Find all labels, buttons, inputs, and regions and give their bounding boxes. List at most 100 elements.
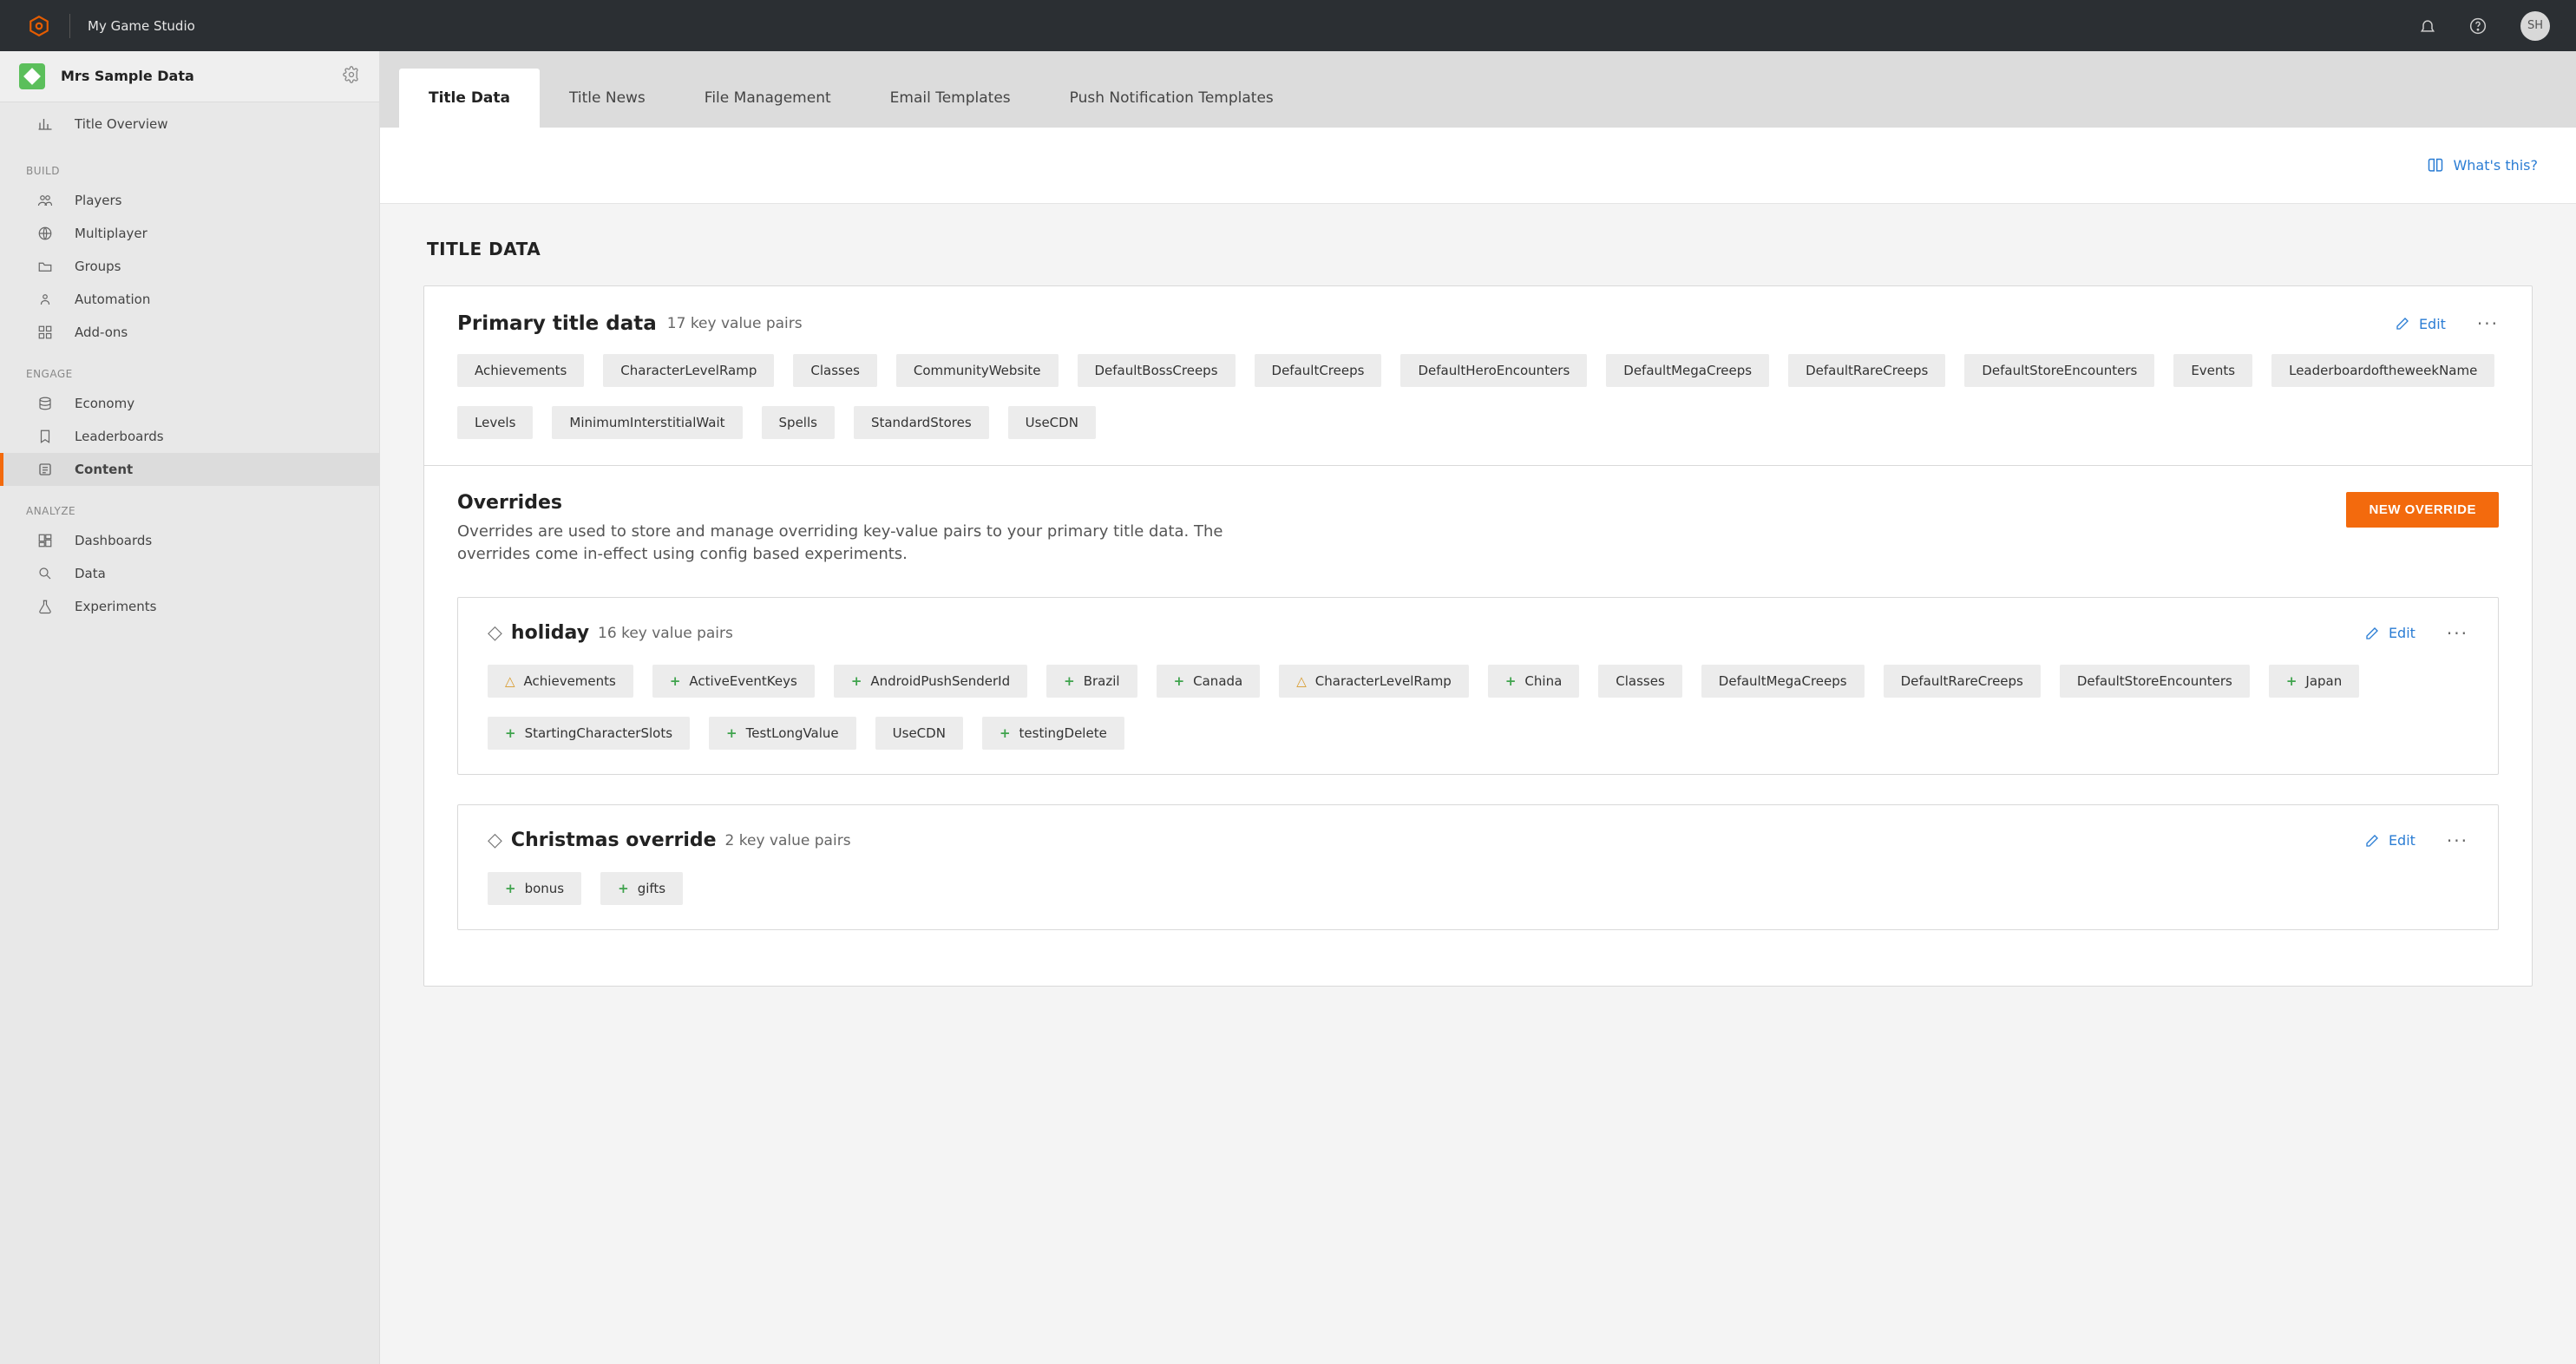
tab-title-data[interactable]: Title Data <box>399 69 540 128</box>
flask-icon <box>35 599 56 614</box>
chip-japan[interactable]: +Japan <box>2269 665 2359 698</box>
sidebar-item-leaderboards[interactable]: Leaderboards <box>0 420 379 453</box>
chip-label: UseCDN <box>893 725 946 741</box>
plus-icon: + <box>505 881 516 896</box>
chip-minimuminterstitialwait[interactable]: MinimumInterstitialWait <box>552 406 742 439</box>
sidebar-group-analyze: ANALYZE <box>0 486 379 524</box>
override-more-icon[interactable]: ··· <box>2447 623 2468 644</box>
diamond-icon: ◇ <box>488 622 502 644</box>
plus-icon: + <box>1174 673 1185 689</box>
chip-testingdelete[interactable]: +testingDelete <box>982 717 1124 750</box>
sidebar-item-data[interactable]: Data <box>0 557 379 590</box>
override-chip-list: △Achievements+ActiveEventKeys+AndroidPus… <box>488 665 2468 750</box>
chip-usecdn[interactable]: UseCDN <box>1008 406 1096 439</box>
chip-standardstores[interactable]: StandardStores <box>854 406 989 439</box>
sidebar-item-automation[interactable]: Automation <box>0 283 379 316</box>
sidebar-item-addons[interactable]: Add-ons <box>0 316 379 349</box>
sidebar-item-title-overview[interactable]: Title Overview <box>0 102 379 146</box>
bell-icon[interactable] <box>2413 11 2442 41</box>
chip-leaderboardoftheweekname[interactable]: LeaderboardoftheweekName <box>2271 354 2494 387</box>
sidebar-item-groups[interactable]: Groups <box>0 250 379 283</box>
topbar-divider <box>69 14 70 38</box>
chip-label: DefaultRareCreeps <box>1901 673 2023 689</box>
sidebar-item-content[interactable]: Content <box>0 453 379 486</box>
override-edit-button[interactable]: Edit <box>2364 832 2415 849</box>
chip-testlongvalue[interactable]: +TestLongValue <box>709 717 856 750</box>
override-card-christmas-override: ◇Christmas override2 key value pairsEdit… <box>457 804 2499 930</box>
chip-label: MinimumInterstitialWait <box>569 415 724 430</box>
sidebar: Mrs Sample Data Title Overview BUILD Pla… <box>0 51 380 1364</box>
sidebar-item-experiments[interactable]: Experiments <box>0 590 379 623</box>
gear-icon[interactable] <box>343 66 360 87</box>
primary-more-icon[interactable]: ··· <box>2477 313 2499 334</box>
chip-achievements[interactable]: △Achievements <box>488 665 633 698</box>
search-icon <box>35 566 56 581</box>
avatar[interactable]: SH <box>2520 11 2550 41</box>
chip-usecdn[interactable]: UseCDN <box>875 717 963 750</box>
whats-this-link[interactable]: What's this? <box>2427 157 2538 174</box>
override-edit-button[interactable]: Edit <box>2364 625 2415 641</box>
sidebar-item-economy[interactable]: Economy <box>0 387 379 420</box>
tab-title-news[interactable]: Title News <box>540 69 675 128</box>
title-header[interactable]: Mrs Sample Data <box>0 51 379 102</box>
studio-name[interactable]: My Game Studio <box>88 18 195 34</box>
primary-edit-button[interactable]: Edit <box>2395 316 2446 332</box>
chip-defaultrarecreeps[interactable]: DefaultRareCreeps <box>1788 354 1945 387</box>
chip-gifts[interactable]: +gifts <box>600 872 683 905</box>
chip-label: CharacterLevelRamp <box>620 363 757 378</box>
new-override-button[interactable]: NEW OVERRIDE <box>2346 492 2499 528</box>
chip-classes[interactable]: Classes <box>793 354 877 387</box>
chip-defaultstoreencounters[interactable]: DefaultStoreEncounters <box>2060 665 2250 698</box>
sidebar-item-multiplayer[interactable]: Multiplayer <box>0 217 379 250</box>
book-icon <box>2427 157 2444 174</box>
override-more-icon[interactable]: ··· <box>2447 830 2468 851</box>
chip-startingcharacterslots[interactable]: +StartingCharacterSlots <box>488 717 690 750</box>
chip-brazil[interactable]: +Brazil <box>1046 665 1137 698</box>
tab-email-templates[interactable]: Email Templates <box>861 69 1040 128</box>
chip-events[interactable]: Events <box>2173 354 2252 387</box>
chip-defaultheroencounters[interactable]: DefaultHeroEncounters <box>1400 354 1587 387</box>
automation-icon <box>35 292 56 307</box>
chip-label: DefaultMegaCreeps <box>1623 363 1752 378</box>
chip-label: StartingCharacterSlots <box>525 725 672 741</box>
sidebar-item-label: Title Overview <box>75 116 168 132</box>
sidebar-item-players[interactable]: Players <box>0 184 379 217</box>
chip-china[interactable]: +China <box>1488 665 1579 698</box>
tab-push-notification-templates[interactable]: Push Notification Templates <box>1040 69 1303 128</box>
main: Title Data Title News File Management Em… <box>380 51 2576 1364</box>
chip-defaultmegacreeps[interactable]: DefaultMegaCreeps <box>1606 354 1769 387</box>
pencil-icon <box>2395 316 2410 331</box>
title-data-panel: Primary title data 17 key value pairs Ed… <box>423 285 2533 987</box>
chip-defaultbosscreeps[interactable]: DefaultBossCreeps <box>1078 354 1236 387</box>
chip-spells[interactable]: Spells <box>762 406 835 439</box>
chip-label: DefaultHeroEncounters <box>1418 363 1570 378</box>
chip-defaultrarecreeps[interactable]: DefaultRareCreeps <box>1884 665 2041 698</box>
chip-levels[interactable]: Levels <box>457 406 533 439</box>
chip-defaultstoreencounters[interactable]: DefaultStoreEncounters <box>1964 354 2154 387</box>
chip-achievements[interactable]: Achievements <box>457 354 584 387</box>
diamond-icon: ◇ <box>488 830 502 851</box>
chip-characterlevelramp[interactable]: CharacterLevelRamp <box>603 354 774 387</box>
chip-canada[interactable]: +Canada <box>1157 665 1261 698</box>
plus-icon: + <box>726 725 737 741</box>
chip-communitywebsite[interactable]: CommunityWebsite <box>896 354 1059 387</box>
chip-label: ActiveEventKeys <box>689 673 796 689</box>
plus-icon: + <box>2286 673 2297 689</box>
chip-bonus[interactable]: +bonus <box>488 872 581 905</box>
tab-file-management[interactable]: File Management <box>675 69 861 128</box>
chip-label: DefaultStoreEncounters <box>1982 363 2137 378</box>
sidebar-item-dashboards[interactable]: Dashboards <box>0 524 379 557</box>
chip-defaultcreeps[interactable]: DefaultCreeps <box>1255 354 1382 387</box>
plus-icon: + <box>1505 673 1517 689</box>
chip-defaultmegacreeps[interactable]: DefaultMegaCreeps <box>1701 665 1865 698</box>
chip-characterlevelramp[interactable]: △CharacterLevelRamp <box>1279 665 1469 698</box>
chip-classes[interactable]: Classes <box>1598 665 1682 698</box>
chip-activeeventkeys[interactable]: +ActiveEventKeys <box>652 665 815 698</box>
override-name: holiday <box>511 622 589 644</box>
page-title: TITLE DATA <box>427 239 2533 259</box>
primary-chip-list: Achievements CharacterLevelRamp Classes Com… <box>457 354 2499 439</box>
chip-label: Classes <box>810 363 860 378</box>
sidebar-item-label: Players <box>75 193 122 208</box>
chip-androidpushsenderid[interactable]: +AndroidPushSenderId <box>834 665 1027 698</box>
help-icon[interactable] <box>2463 11 2493 41</box>
